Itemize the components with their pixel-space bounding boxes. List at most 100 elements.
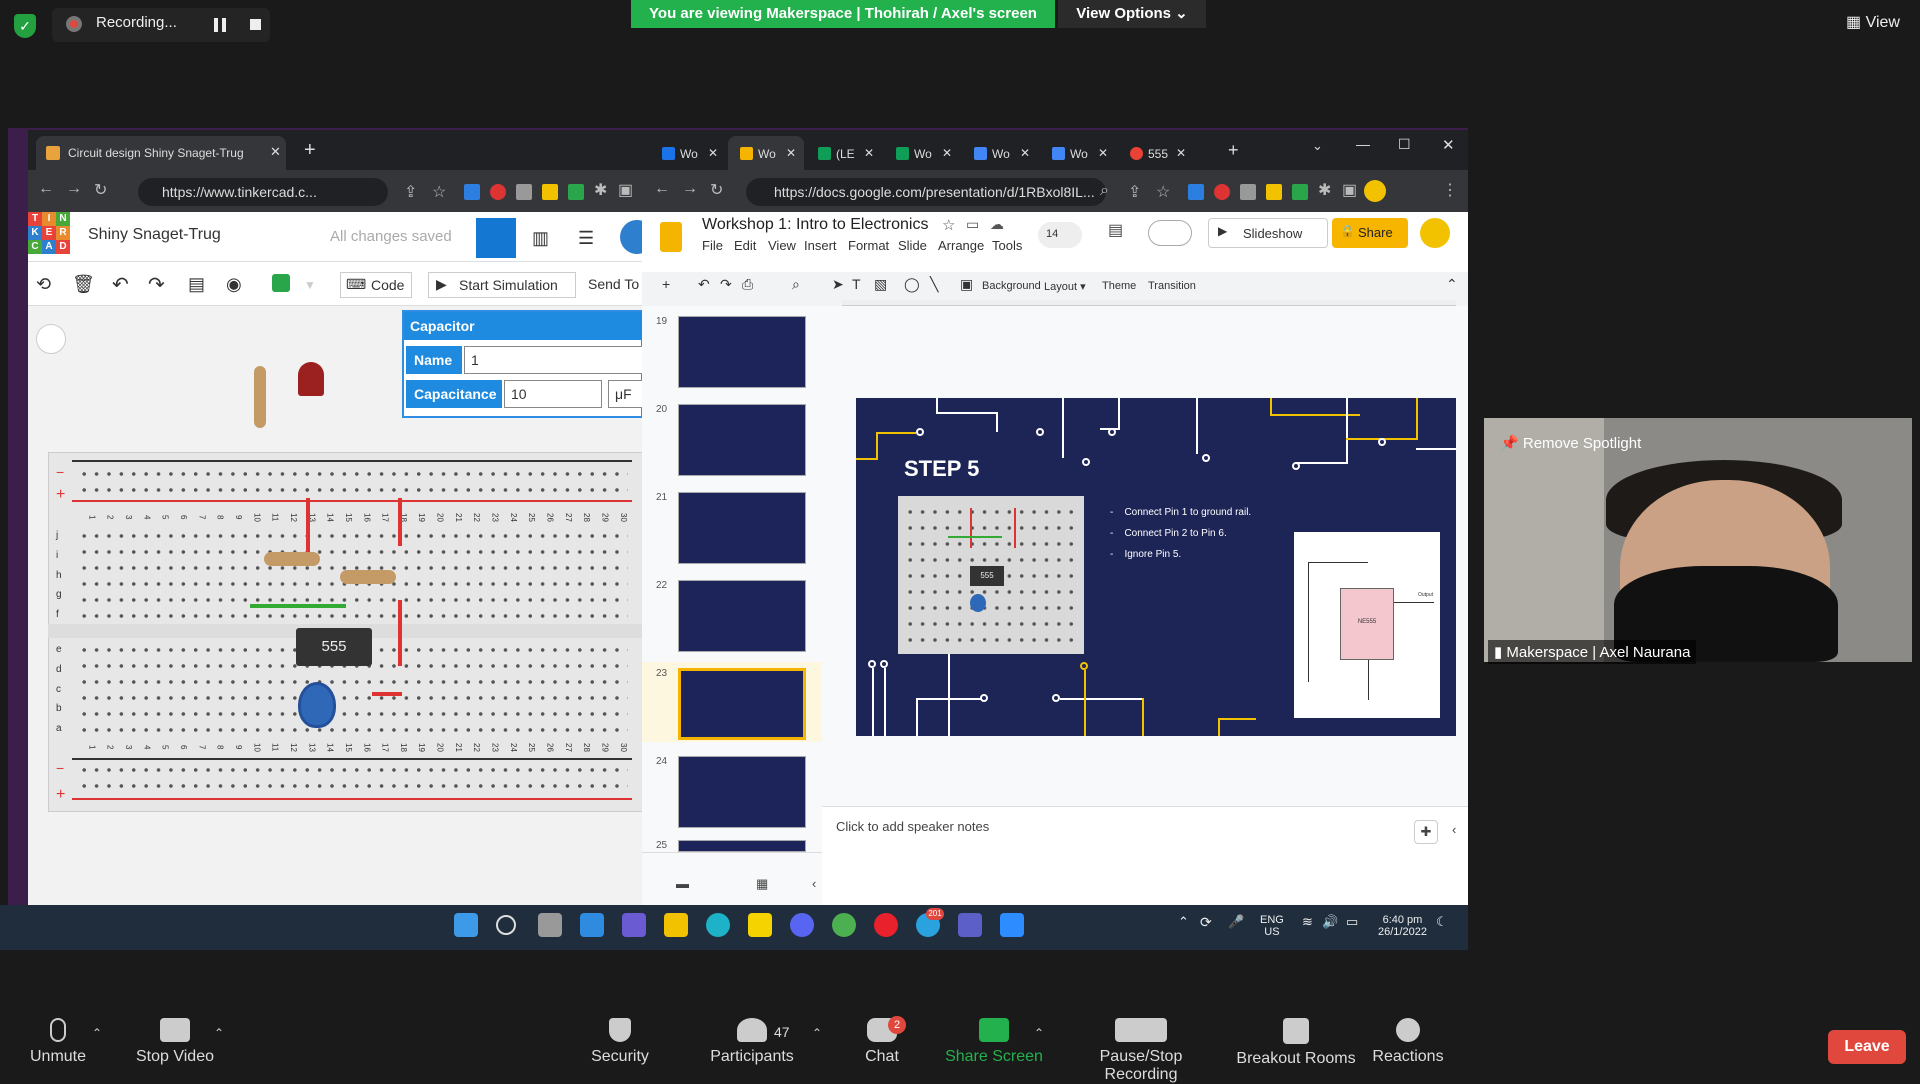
extension-icon[interactable] [542,184,558,200]
name-field[interactable]: 1 [464,346,643,374]
wifi-icon[interactable]: ≋ [1302,914,1313,930]
explore-button[interactable]: ✚ [1414,820,1438,844]
extension-icon[interactable] [464,184,480,200]
opera-icon[interactable] [874,913,898,937]
filmstrip-view-icon[interactable]: ▬ [676,876,689,891]
design-name[interactable]: Shiny Snaget-Trug [88,226,221,244]
collapse-toolbar-icon[interactable]: ⌃ [1446,276,1458,293]
stop-video-button[interactable]: Stop Video [130,1018,220,1066]
new-tab-icon[interactable]: + [304,139,316,162]
url-field[interactable]: https://docs.google.com/presentation/d/1… [746,178,1106,206]
close-tab-icon[interactable]: ✕ [1098,146,1108,160]
fit-view-icon[interactable] [36,324,66,354]
collapse-panel-icon[interactable]: ‹ [812,876,816,891]
bookmark-star-icon[interactable]: ☆ [1156,182,1170,202]
task-view-icon[interactable] [538,913,562,937]
tinkercad-logo[interactable]: T I N K E R C A D [28,212,70,256]
capacitance-field[interactable]: 10 [504,380,602,408]
browser-tab[interactable]: 555 ✕ [1118,136,1194,170]
participants-options-icon[interactable]: ⌃ [812,1026,822,1040]
audio-options-icon[interactable]: ⌃ [92,1026,102,1040]
widgets-icon[interactable] [580,913,604,937]
print-icon[interactable]: ⎙ [742,276,753,293]
menu-edit[interactable]: Edit [734,238,756,253]
teams-chat-icon[interactable] [622,913,646,937]
text-box-icon[interactable]: T [852,276,861,292]
line-icon[interactable]: ╲ [930,276,938,293]
close-tab-icon[interactable]: ✕ [786,146,796,160]
bookmark-star-icon[interactable]: ☆ [432,182,446,202]
zoom-app-icon[interactable] [1000,913,1024,937]
browser-tab[interactable]: Wo ✕ [650,136,726,170]
menu-file[interactable]: File [702,238,723,253]
puzzle-icon[interactable]: ✱ [594,180,607,200]
back-icon[interactable]: ← [654,180,670,198]
microphone-icon[interactable]: 🎤 [1228,914,1244,930]
close-tab-icon[interactable]: ✕ [1176,146,1186,160]
menu-slide[interactable]: Slide [898,238,927,253]
new-slide-icon[interactable]: + [662,276,670,292]
sidebar-icon[interactable]: ▣ [618,180,633,200]
led-component[interactable] [298,362,324,396]
sync-icon[interactable]: ⟳ [1200,914,1212,931]
ic-555-chip[interactable]: 555 [296,628,372,666]
pause-stop-recording-button[interactable]: Pause/Stop Recording [1062,1018,1220,1084]
capacitor-component[interactable] [298,682,336,728]
wire[interactable] [398,600,402,666]
shape-icon[interactable]: ◯ [904,276,920,293]
share-page-icon[interactable]: ⇪ [404,182,417,202]
discord-icon[interactable] [790,913,814,937]
clock[interactable]: 6:40 pm 26/1/2022 [1378,914,1427,938]
visibility-icon[interactable]: ◉ [226,274,242,295]
rotate-icon[interactable]: ⟲ [36,274,51,295]
menu-insert[interactable]: Insert [804,238,837,253]
close-tab-icon[interactable]: ✕ [708,146,718,160]
extension-icon[interactable] [1188,184,1204,200]
back-icon[interactable]: ← [38,180,54,198]
resistor-component[interactable] [340,570,396,584]
security-button[interactable]: Security [580,1018,660,1066]
circuit-view-button[interactable] [476,218,516,258]
share-page-icon[interactable]: ⇪ [1128,182,1141,202]
redo-icon[interactable]: ↷ [148,272,165,297]
move-folder-icon[interactable]: ▭ [966,216,979,233]
undo-icon[interactable]: ↶ [112,272,129,297]
share-options-icon[interactable]: ⌃ [1034,1026,1044,1040]
delete-icon[interactable]: 🗑 [72,274,95,295]
unit-select[interactable]: μF [608,380,643,408]
pause-recording-icon[interactable] [214,18,226,32]
redo-icon[interactable]: ↷ [720,276,732,293]
puzzle-icon[interactable]: ✱ [1318,180,1331,200]
close-tab-icon[interactable]: ✕ [942,146,952,160]
send-to-button[interactable]: Send To [588,272,639,292]
slide-thumbnail[interactable] [678,316,806,388]
extension-icon[interactable] [1266,184,1282,200]
select-cursor-icon[interactable]: ➤ [832,276,844,293]
minimize-icon[interactable]: — [1356,136,1370,152]
speaker-notes-field[interactable]: Click to add speaker notes [822,806,1468,856]
forward-icon[interactable]: → [682,180,698,198]
browser-tab[interactable]: Wo ✕ [884,136,960,170]
transition-button[interactable]: Transition [1148,280,1196,292]
components-view-icon[interactable]: ▥ [532,228,549,249]
participants-button[interactable]: Participants [694,1018,810,1066]
comment-add-icon[interactable]: ▣ [960,276,973,293]
stop-recording-icon[interactable] [250,19,261,30]
reactions-button[interactable]: Reactions [1370,1018,1446,1066]
google-slides-logo[interactable] [660,222,682,252]
slide-thumbnail[interactable] [678,580,806,652]
sidebar-icon[interactable]: ▣ [1342,180,1357,200]
remove-spotlight-button[interactable]: 📌 Remove Spotlight [1500,434,1641,452]
video-options-icon[interactable]: ⌃ [214,1026,224,1040]
browser-tab[interactable]: Wo ✕ [962,136,1038,170]
wire[interactable] [372,692,402,696]
extension-icon[interactable] [1214,184,1230,200]
tinkercad-tab[interactable]: Circuit design Shiny Snaget-Trug [36,136,286,170]
slide-thumbnail[interactable] [678,756,806,828]
user-avatar[interactable] [1420,218,1450,248]
active-users-count[interactable]: 14 [1038,222,1082,248]
zoom-page-icon[interactable]: ⌕ [1100,182,1109,200]
windows-start-icon[interactable] [454,913,478,937]
layout-button[interactable]: Layout ▾ [1044,280,1086,293]
unmute-button[interactable]: Unmute [24,1018,92,1066]
